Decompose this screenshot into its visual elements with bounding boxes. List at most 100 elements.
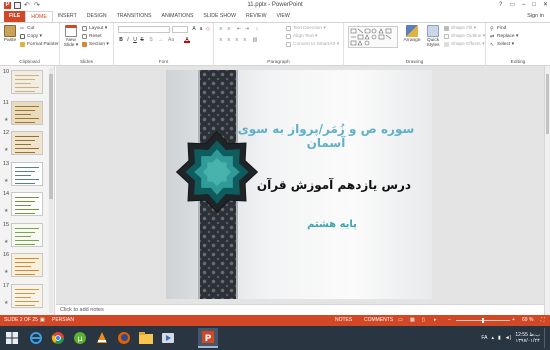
editor-scrollbar[interactable] [544,66,550,315]
tab-file[interactable]: FILE [4,11,26,22]
close-button[interactable]: ✕ [543,0,548,11]
shape-outline-button[interactable]: Shape Outline ▾ [444,34,485,39]
shrink-font-icon[interactable]: a [198,26,204,32]
smartart-button[interactable]: Convert to SmartArt ▾ [286,42,339,47]
increase-indent-icon[interactable]: ⇥ [244,26,250,32]
copy-button[interactable]: Copy ▾ [20,34,42,39]
italic-button[interactable]: I [125,37,131,43]
slide-thumbnail[interactable]: 12 ★ [2,130,52,156]
numbering-icon[interactable]: ≡ [226,26,232,32]
zoom-level[interactable]: 69 % [522,315,533,326]
bold-button[interactable]: B [118,37,124,43]
align-center-icon[interactable]: ≡ [226,37,232,43]
notes-pane[interactable]: Click to add notes [56,304,544,315]
tab-insert[interactable]: INSERT [53,11,82,22]
fit-slide-icon[interactable]: ⛶ [541,315,545,326]
chrome-icon[interactable] [48,328,68,348]
slide-thumbnail[interactable]: 13 ★ [2,161,52,187]
tab-design[interactable]: DESIGN [82,11,112,22]
slide-canvas[interactable]: سوره ص و زُمَر/پرواز به سوی آسمان درس یا… [56,66,544,304]
language-indicator[interactable]: PERSIAN [52,315,74,326]
font-size-box[interactable] [172,26,188,33]
slide-sorter-icon[interactable]: ▦ [410,315,415,326]
sign-in-link[interactable]: Sign in [527,11,544,22]
font-color-icon[interactable]: A [184,37,190,43]
slide-thumbnail[interactable]: 16 ★ [2,252,52,278]
font-name-box[interactable] [118,26,170,33]
select-button[interactable]: ↖ Select ▾ [490,42,514,48]
help-button[interactable]: ? [499,0,502,11]
tab-review[interactable]: REVIEW [241,11,271,22]
vlc-icon[interactable] [92,328,112,348]
slide-thumbnail[interactable]: 10 [2,69,52,95]
shapes-gallery[interactable] [348,26,398,48]
shape-effects-button[interactable]: Shape Effects ▾ [444,42,485,47]
strikethrough-button[interactable]: S [139,37,145,43]
reset-button[interactable]: Reset [82,34,102,39]
align-left-icon[interactable]: ≡ [218,37,224,43]
reading-view-icon[interactable]: ▯ [422,315,425,326]
tab-home[interactable]: HOME [25,11,53,22]
tab-transitions[interactable]: TRANSITIONS [112,11,157,22]
maximize-button[interactable]: □ [532,0,536,11]
file-explorer-icon[interactable] [136,328,156,348]
replace-button[interactable]: ⇄ Replace ▾ [490,34,518,40]
slide-thumbnail[interactable]: 11 ★ [2,100,52,126]
section-button[interactable]: Section ▾ [82,42,109,47]
clear-format-icon[interactable]: ◇ [205,26,211,32]
shape-fill-button[interactable]: Shape Fill ▾ [444,26,476,31]
media-player-icon[interactable] [158,328,178,348]
normal-view-icon[interactable]: ▭ [398,315,403,326]
powerpoint-taskbar-icon[interactable]: P [198,328,218,348]
columns-icon[interactable]: ▥ [252,37,258,43]
clock[interactable]: 12:55 ب.ظ ۱۳۹۷/۰۱/۲۴ [515,332,540,344]
zoom-in-icon[interactable]: + [512,315,515,326]
slideshow-icon[interactable]: ▸ [434,315,437,326]
slide-thumbnail[interactable]: 15 ★ [2,222,52,248]
show-hidden-icon[interactable]: ▴ [491,335,494,341]
volume-icon[interactable]: ◄) [505,335,512,341]
find-button[interactable]: ⚲ Find [490,26,506,32]
grow-font-icon[interactable]: A [191,26,197,32]
slide-grade[interactable]: پایه هشتم [292,219,372,230]
utorrent-icon[interactable]: µ [70,328,90,348]
comments-toggle[interactable]: COMMENTS [364,315,393,326]
slide-thumbnail[interactable]: 17 ★ [2,283,52,309]
line-spacing-icon[interactable]: ↕ [254,26,260,32]
zoom-out-icon[interactable]: – [448,315,451,326]
zoom-slider-thumb[interactable] [482,318,484,323]
tab-animations[interactable]: ANIMATIONS [157,11,199,22]
text-direction-button[interactable]: Text Direction ▾ [286,26,326,31]
slide-subtitle[interactable]: درس یازدهم آموزش قرآن [254,178,414,192]
shadow-icon[interactable]: S [148,37,154,43]
cut-button[interactable]: ✂ Cut [20,26,34,32]
slide-thumbnail[interactable]: 14 ★ [2,191,52,217]
tab-view[interactable]: VIEW [271,11,294,22]
slide-title[interactable]: سوره ص و زُمَر/پرواز به سوی آسمان [236,122,416,150]
align-right-icon[interactable]: ≡ [234,37,240,43]
spell-check-icon[interactable]: ▣ [40,315,45,326]
underline-button[interactable]: U [132,37,138,43]
show-desktop-button[interactable] [544,328,548,348]
tab-slide-show[interactable]: SLIDE SHOW [198,11,241,22]
quick-styles-button[interactable]: Quick Styles [424,25,442,48]
decrease-indent-icon[interactable]: ⇤ [236,26,242,32]
internet-explorer-icon[interactable] [26,328,46,348]
current-slide[interactable]: سوره ص و زُمَر/پرواز به سوی آسمان درس یا… [166,70,432,299]
bullets-icon[interactable]: ≡ [218,26,224,32]
layout-button[interactable]: Layout ▾ [82,26,107,31]
align-text-button[interactable]: Align Text ▾ [286,34,317,39]
editor-scroll-thumb[interactable] [546,74,549,134]
ribbon-display-button[interactable]: ▭ [509,0,515,11]
language-tray[interactable]: FA [481,335,487,341]
change-case-icon[interactable]: Aa [168,37,174,43]
new-slide-button[interactable]: New Slide ▾ [63,25,79,48]
notes-toggle[interactable]: NOTES [335,315,352,326]
justify-icon[interactable]: ≡ [242,37,248,43]
arrange-button[interactable]: Arrange [402,25,422,43]
start-button[interactable] [2,328,22,348]
network-icon[interactable]: ▮ [498,335,501,341]
firefox-icon[interactable] [114,328,134,348]
format-painter-button[interactable]: Format Painter [20,42,59,47]
spacing-icon[interactable]: ↔ [158,37,164,43]
